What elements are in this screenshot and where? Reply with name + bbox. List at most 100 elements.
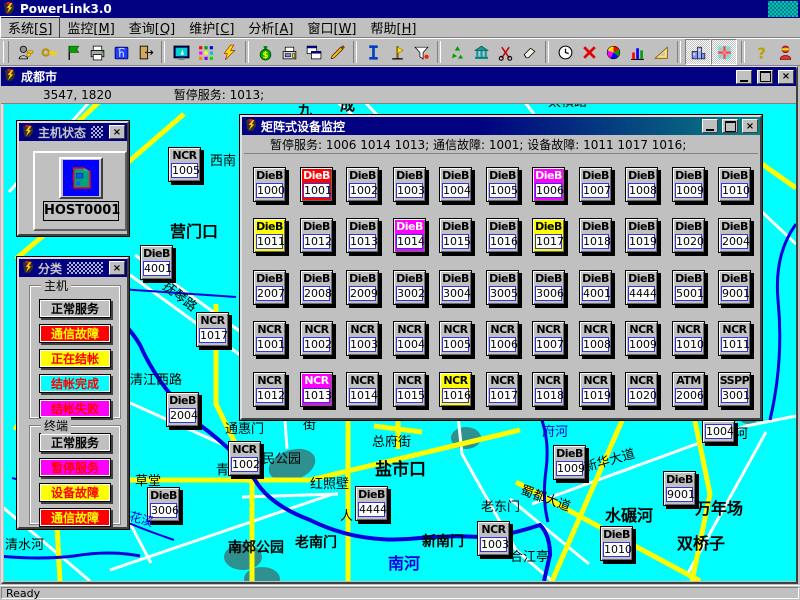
device-button-DieB-1017[interactable]: DieB1017 — [532, 218, 565, 253]
close-button[interactable]: × — [109, 125, 125, 139]
device-button-NCR-1012[interactable]: NCR1012 — [253, 372, 286, 407]
monitor-map-button[interactable] — [169, 40, 193, 64]
menu-item-Q[interactable]: 查询[Q] — [122, 17, 182, 38]
menu-item-A[interactable]: 分析[A] — [241, 17, 300, 38]
key-button[interactable] — [37, 40, 61, 64]
device-button-DieB-9001[interactable]: DieB9001 — [663, 471, 696, 506]
device-button-DieB-1016[interactable]: DieB1016 — [486, 218, 519, 253]
menu-item-M[interactable]: 监控[M] — [60, 17, 121, 38]
device-button-NCR-1020[interactable]: NCR1020 — [625, 372, 658, 407]
menu-item-H[interactable]: 帮助[H] — [364, 17, 424, 38]
menu-item-W[interactable]: 窗口[W] — [300, 17, 363, 38]
device-button-NCR-1017[interactable]: NCR1017 — [486, 372, 519, 407]
building-view-button[interactable] — [685, 39, 711, 65]
device-button-DieB-1004[interactable]: DieB1004 — [439, 167, 472, 202]
minimize-button[interactable] — [736, 70, 752, 84]
device-button-DieB-2009[interactable]: DieB2009 — [346, 270, 379, 305]
device-button-NCR-1016[interactable]: NCR1016 — [439, 372, 472, 407]
maximize-button[interactable] — [722, 119, 738, 133]
device-button-DieB-1012[interactable]: DieB1012 — [300, 218, 333, 253]
clock-button[interactable] — [553, 40, 577, 64]
toolbar-grip[interactable] — [3, 41, 9, 63]
device-button-NCR-1001[interactable]: NCR1001 — [253, 321, 286, 356]
device-button-1004[interactable]: 1004 — [702, 420, 735, 443]
device-button-NCR-1011[interactable]: NCR1011 — [718, 321, 751, 356]
user-key-button[interactable] — [13, 40, 37, 64]
color-wheel-button[interactable] — [601, 40, 625, 64]
bank-button[interactable] — [469, 40, 493, 64]
host-status-titlebar[interactable]: 主机状态 × — [19, 123, 127, 141]
device-button-NCR-1008[interactable]: NCR1008 — [579, 321, 612, 356]
exit-door-button[interactable] — [133, 40, 157, 64]
device-button-NCR-1014[interactable]: NCR1014 — [346, 372, 379, 407]
device-button-DieB-4001[interactable]: DieB4001 — [579, 270, 612, 305]
device-button-DieB-1011[interactable]: DieB1011 — [253, 218, 286, 253]
signal-meter-button[interactable] — [385, 40, 409, 64]
close-button[interactable]: × — [109, 261, 125, 275]
lightning-button[interactable] — [217, 40, 241, 64]
minimize-button[interactable] — [702, 119, 718, 133]
device-button-DieB-1003[interactable]: DieB1003 — [393, 167, 426, 202]
device-button-DieB-1006[interactable]: DieB1006 — [532, 167, 565, 202]
device-button-DieB-1018[interactable]: DieB1018 — [579, 218, 612, 253]
clamp-tool-button[interactable] — [361, 40, 385, 64]
fax-button[interactable] — [277, 40, 301, 64]
device-button-DieB-1010[interactable]: DieB1010 — [718, 167, 751, 202]
help-book-button[interactable]: h — [109, 40, 133, 64]
device-button-NCR-1010[interactable]: NCR1010 — [672, 321, 705, 356]
device-button-DieB-1019[interactable]: DieB1019 — [625, 218, 658, 253]
legend-titlebar[interactable]: 分类 × — [19, 259, 127, 277]
device-button-NCR-1015[interactable]: NCR1015 — [393, 372, 426, 407]
eraser-button[interactable] — [517, 40, 541, 64]
device-button-NCR-1005[interactable]: NCR1005 — [439, 321, 472, 356]
device-button-NCR-1009[interactable]: NCR1009 — [625, 321, 658, 356]
device-button-DieB-4001[interactable]: DieB4001 — [140, 245, 173, 280]
device-button-DieB-1001[interactable]: DieB1001 — [300, 167, 333, 202]
printer-button[interactable] — [85, 40, 109, 64]
device-button-DieB-5001[interactable]: DieB5001 — [672, 270, 705, 305]
device-button-DieB-3002[interactable]: DieB3002 — [393, 270, 426, 305]
device-button-DieB-1007[interactable]: DieB1007 — [579, 167, 612, 202]
device-button-NCR-1007[interactable]: NCR1007 — [532, 321, 565, 356]
delete-x-button[interactable] — [577, 40, 601, 64]
device-button-DieB-3005[interactable]: DieB3005 — [486, 270, 519, 305]
money-bag-button[interactable]: $ — [253, 40, 277, 64]
device-button-NCR-1018[interactable]: NCR1018 — [532, 372, 565, 407]
device-button-DieB-1015[interactable]: DieB1015 — [439, 218, 472, 253]
menu-item-C[interactable]: 维护[C] — [182, 17, 241, 38]
matrix-grid-button[interactable] — [193, 40, 217, 64]
device-button-DieB-2007[interactable]: DieB2007 — [253, 270, 286, 305]
device-button-DieB-9001[interactable]: DieB9001 — [718, 270, 751, 305]
cascade-windows-button[interactable] — [301, 40, 325, 64]
device-button-NCR-1003[interactable]: NCR1003 — [477, 521, 510, 556]
legend-window[interactable]: 分类 × 主机正常服务通信故障正在结帐结帐完成结帐失败终端正常服务暂停服务设备故… — [17, 257, 129, 529]
device-button-DieB-1014[interactable]: DieB1014 — [393, 218, 426, 253]
device-button-NCR-1005[interactable]: NCR1005 — [168, 147, 201, 182]
city-map-titlebar[interactable]: 成都市 × — [1, 67, 796, 86]
scissors-button[interactable] — [493, 40, 517, 64]
maximize-button[interactable] — [757, 70, 773, 84]
host-status-window[interactable]: 主机状态 × HOST0001 — [17, 121, 129, 236]
device-button-DieB-1002[interactable]: DieB1002 — [346, 167, 379, 202]
help-button[interactable]: ? — [749, 40, 773, 64]
host-device-button[interactable] — [59, 157, 103, 199]
device-button-SSPP-3001[interactable]: SSPP3001 — [718, 372, 751, 407]
paint-brush-button[interactable] — [325, 40, 349, 64]
device-button-DieB-4444[interactable]: DieB4444 — [355, 486, 388, 521]
device-button-NCR-1004[interactable]: NCR1004 — [393, 321, 426, 356]
zone-view-button[interactable] — [711, 39, 737, 65]
device-button-DieB-1020[interactable]: DieB1020 — [672, 218, 705, 253]
device-button-DieB-1010[interactable]: DieB1010 — [600, 526, 633, 561]
close-button[interactable]: × — [742, 119, 758, 133]
matrix-monitor-window[interactable]: 矩阵式设备监控 × 暂停服务: 1006 1014 1013; 通信故障: 10… — [240, 115, 762, 420]
flag-button[interactable] — [61, 40, 85, 64]
device-button-NCR-1002[interactable]: NCR1002 — [300, 321, 333, 356]
device-button-NCR-1017[interactable]: NCR1017 — [196, 312, 229, 347]
set-square-button[interactable] — [649, 40, 673, 64]
filter-funnel-button[interactable] — [409, 40, 433, 64]
device-button-DieB-2004[interactable]: DieB2004 — [718, 218, 751, 253]
bar-chart-button[interactable] — [625, 40, 649, 64]
device-button-ATM-2006[interactable]: ATM2006 — [672, 372, 705, 407]
device-button-DieB-1013[interactable]: DieB1013 — [346, 218, 379, 253]
close-button[interactable]: × — [778, 70, 794, 84]
